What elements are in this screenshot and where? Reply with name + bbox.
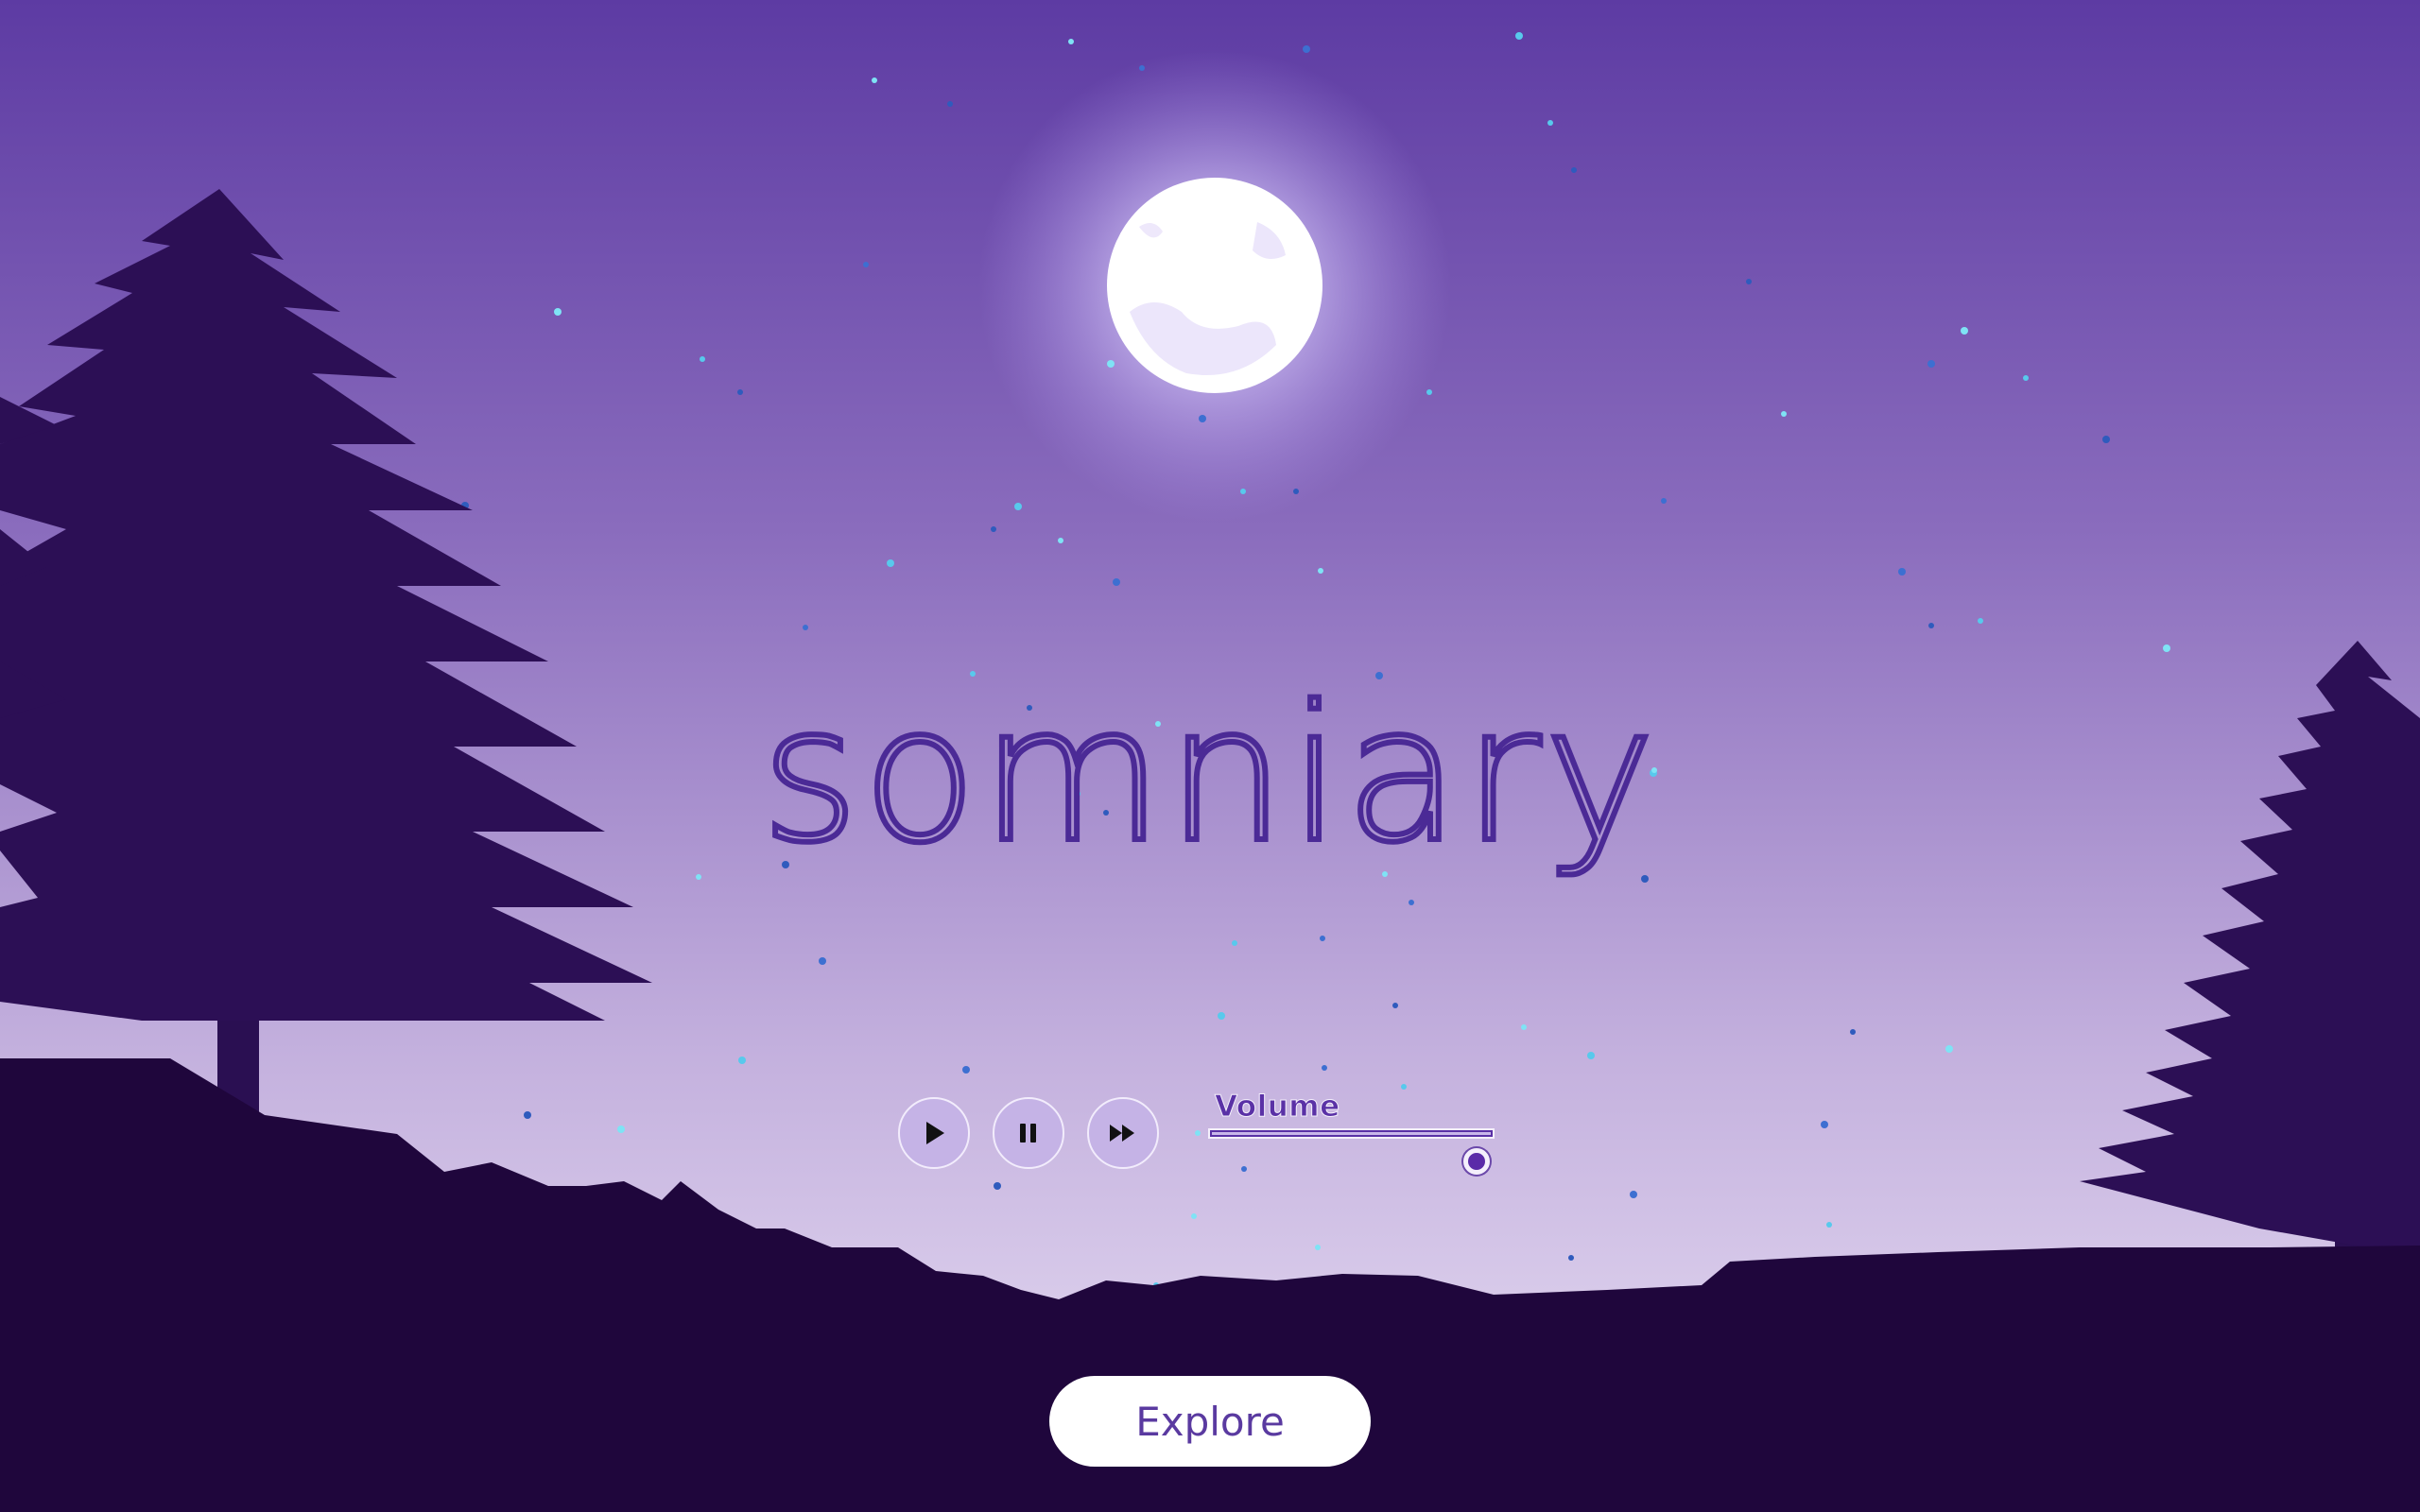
star bbox=[524, 1111, 531, 1119]
star bbox=[1191, 1213, 1197, 1219]
star bbox=[887, 559, 894, 567]
fast-forward-icon bbox=[1110, 1125, 1134, 1142]
explore-button[interactable]: Explore bbox=[1049, 1376, 1371, 1467]
volume-label: Volume bbox=[1215, 1090, 1340, 1125]
star bbox=[1781, 411, 1787, 417]
star bbox=[1571, 167, 1577, 173]
play-icon bbox=[926, 1122, 944, 1144]
star bbox=[1928, 623, 1934, 628]
volume-slider-thumb[interactable] bbox=[1463, 1148, 1490, 1175]
star bbox=[554, 308, 562, 316]
star bbox=[1107, 360, 1115, 368]
star bbox=[1945, 1045, 1953, 1053]
star bbox=[1927, 360, 1935, 368]
app-title: somniary bbox=[758, 662, 1659, 886]
star bbox=[1322, 1065, 1327, 1071]
star bbox=[1401, 1084, 1407, 1090]
star bbox=[1241, 1166, 1247, 1172]
star bbox=[1392, 1003, 1398, 1008]
star bbox=[863, 262, 869, 267]
star bbox=[1199, 415, 1206, 422]
star bbox=[1587, 1052, 1595, 1059]
pause-icon bbox=[1020, 1124, 1036, 1143]
star bbox=[1661, 498, 1667, 504]
star bbox=[1240, 489, 1246, 494]
star bbox=[1978, 618, 1983, 624]
star bbox=[1318, 568, 1323, 574]
star bbox=[1315, 1245, 1321, 1250]
star bbox=[819, 957, 826, 965]
star bbox=[1568, 1255, 1574, 1261]
star bbox=[994, 1182, 1001, 1190]
star bbox=[1515, 32, 1523, 40]
star bbox=[1195, 1130, 1201, 1136]
star bbox=[700, 356, 705, 362]
star bbox=[1303, 45, 1310, 53]
star bbox=[872, 77, 877, 83]
star bbox=[1232, 940, 1237, 946]
star bbox=[1113, 578, 1120, 586]
star bbox=[1409, 900, 1414, 905]
star bbox=[991, 526, 996, 532]
night-scene: somniary Volume Explore bbox=[0, 0, 2420, 1512]
moon bbox=[978, 49, 1451, 522]
star bbox=[1014, 503, 1022, 510]
star bbox=[1058, 538, 1063, 543]
star bbox=[1139, 65, 1145, 71]
star bbox=[1746, 279, 1752, 284]
star bbox=[737, 389, 743, 395]
star bbox=[947, 101, 953, 107]
star bbox=[1821, 1121, 1828, 1128]
star bbox=[1068, 39, 1074, 44]
star bbox=[1547, 120, 1553, 126]
star bbox=[803, 625, 808, 630]
fast-forward-button[interactable] bbox=[1087, 1097, 1159, 1169]
star bbox=[1630, 1191, 1637, 1198]
star bbox=[1521, 1024, 1527, 1030]
star bbox=[962, 1066, 970, 1074]
star bbox=[617, 1125, 625, 1133]
star bbox=[1426, 389, 1432, 395]
star bbox=[1218, 1012, 1225, 1020]
star bbox=[1961, 327, 1968, 335]
volume-slider-track[interactable] bbox=[1208, 1128, 1495, 1139]
star bbox=[1293, 489, 1299, 494]
pause-button[interactable] bbox=[993, 1097, 1064, 1169]
star bbox=[2163, 644, 2170, 652]
star bbox=[1898, 568, 1906, 576]
star bbox=[1850, 1029, 1856, 1035]
star bbox=[1320, 936, 1325, 941]
star bbox=[1826, 1222, 1832, 1228]
star bbox=[2023, 375, 2029, 381]
star bbox=[738, 1057, 746, 1064]
star bbox=[2102, 436, 2110, 443]
play-button[interactable] bbox=[898, 1097, 970, 1169]
